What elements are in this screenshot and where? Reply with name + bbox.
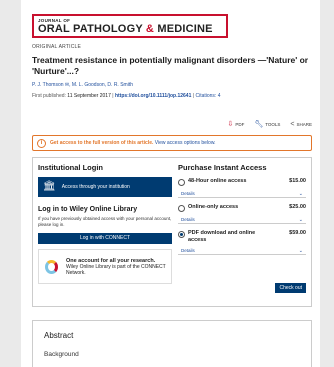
option-label: PDF download and online access <box>188 230 256 243</box>
purchase-title: Purchase Instant Access <box>178 163 267 172</box>
article-page: JOURNAL OF ORAL PATHOLOGY & MEDICINE ORI… <box>21 0 320 367</box>
journal-name-part1: ORAL PATHOLOGY <box>38 23 146 35</box>
access-panel: Institutional Login 🏛︎ Access through yo… <box>32 157 312 307</box>
checkout-button[interactable]: Check out <box>275 283 306 293</box>
connect-logo-icon <box>45 259 58 274</box>
option-price: $59.00 <box>289 230 306 236</box>
abstract-title: Abstract <box>44 331 74 340</box>
chevron-down-icon: ⌄ <box>298 216 303 223</box>
purchase-column: Purchase Instant Access 48-Hour online a… <box>178 163 306 293</box>
purchase-option: PDF download and online access $59.00 De… <box>178 230 306 255</box>
publication-info: First published: 11 September 2017 | htt… <box>32 93 220 99</box>
option-details-toggle[interactable]: Details ⌄ <box>178 247 306 255</box>
connect-login-button[interactable]: Log in with CONNECT <box>38 233 172 244</box>
info-icon: i <box>37 138 46 148</box>
connect-network-box: One account for all your research. Wiley… <box>38 249 172 284</box>
chevron-down-icon: ⌄ <box>298 190 303 197</box>
option-label: Online-only access <box>188 204 239 210</box>
published-date: 11 September 2017 <box>67 93 111 99</box>
details-label: Details <box>181 217 195 222</box>
details-label: Details <box>181 248 195 253</box>
purchase-option: 48-Hour online access $15.00 Details ⌄ <box>178 178 306 198</box>
account-description: Wiley Online Library is part of the CONN… <box>65 263 166 276</box>
access-message: Get access to the full version of this a… <box>50 140 216 146</box>
abstract-section: Abstract Background <box>32 320 312 367</box>
access-options-link[interactable]: View access options below. <box>153 140 216 146</box>
authors-list[interactable]: P. J. Thomson ✉, M. L. Goodson, D. R. Sm… <box>32 82 133 88</box>
pdf-label: PDF <box>235 121 245 127</box>
tools-label: TOOLS <box>265 121 281 127</box>
access-message-text: Get access to the full version of this a… <box>50 140 154 146</box>
share-icon: < <box>290 120 295 128</box>
option-label: 48-Hour online access <box>188 178 247 184</box>
pdf-icon: ⇩ <box>227 121 234 128</box>
pdf-button[interactable]: ⇩ PDF <box>227 120 244 128</box>
option-details-toggle[interactable]: Details ⌄ <box>178 190 306 198</box>
share-label: SHARE <box>296 121 312 127</box>
account-text: One account for all your research. Wiley… <box>66 258 171 276</box>
journal-name-part2: MEDICINE <box>154 23 213 35</box>
option-radio[interactable] <box>178 205 185 212</box>
abstract-subheading: Background <box>44 351 79 358</box>
option-price: $15.00 <box>289 178 306 184</box>
details-label: Details <box>181 191 195 196</box>
institution-button-label: Access through your institution <box>61 184 130 190</box>
login-description: If you have previously obtained access w… <box>38 216 172 227</box>
option-row[interactable]: 48-Hour online access $15.00 <box>178 178 306 186</box>
article-title: Treatment resistance in potentially mali… <box>32 55 309 76</box>
option-row[interactable]: Online-only access $25.00 <box>178 204 306 212</box>
login-title: Log in to Wiley Online Library <box>38 206 138 213</box>
access-banner: i Get access to the full version of this… <box>32 135 312 151</box>
institutional-column: Institutional Login 🏛︎ Access through yo… <box>38 163 172 284</box>
institutional-login-title: Institutional Login <box>38 163 103 172</box>
option-radio-selected[interactable] <box>178 231 185 238</box>
institution-icon: 🏛︎ <box>43 181 56 192</box>
option-price: $25.00 <box>289 204 306 210</box>
share-button[interactable]: < SHARE <box>290 121 312 128</box>
wrench-icon: 🔧︎ <box>254 121 264 128</box>
published-label: First published: <box>32 93 68 99</box>
journal-name: ORAL PATHOLOGY & MEDICINE <box>38 23 222 35</box>
institution-access-button[interactable]: 🏛︎ Access through your institution <box>38 177 172 197</box>
option-radio[interactable] <box>178 179 185 186</box>
chevron-down-icon: ⌄ <box>298 247 303 254</box>
citations-link[interactable]: Citations: 4 <box>195 93 220 99</box>
option-details-toggle[interactable]: Details ⌄ <box>178 216 306 224</box>
article-type: ORIGINAL ARTICLE <box>32 44 82 50</box>
article-toolbar: ⇩ PDF 🔧︎ TOOLS < SHARE <box>227 120 312 129</box>
option-row[interactable]: PDF download and online access $59.00 <box>178 230 306 243</box>
journal-logo[interactable]: JOURNAL OF ORAL PATHOLOGY & MEDICINE <box>32 14 228 38</box>
tools-button[interactable]: 🔧︎ TOOLS <box>254 120 280 128</box>
doi-link[interactable]: https://doi.org/10.1111/jop.12641 <box>115 93 191 99</box>
purchase-option: Online-only access $25.00 Details ⌄ <box>178 204 306 224</box>
journal-name-amp: & <box>145 23 155 35</box>
